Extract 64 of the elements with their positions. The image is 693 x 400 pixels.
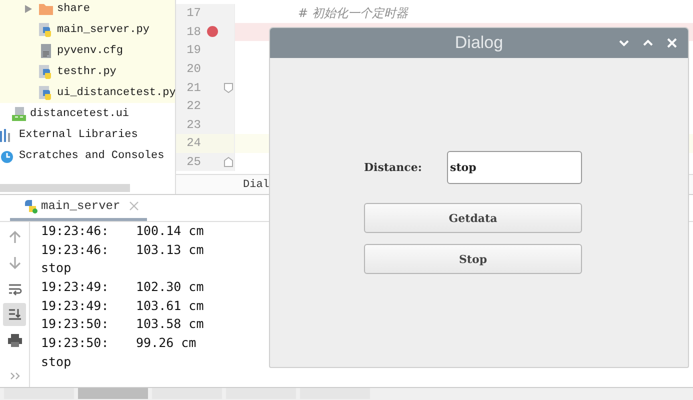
breadcrumb[interactable]: Dial	[243, 178, 270, 190]
line-number: 24	[186, 136, 201, 150]
tree-item[interactable]: External Libraries	[0, 124, 175, 145]
code-comment: # 初始化一个定时器	[298, 4, 408, 22]
python-file-icon	[38, 84, 54, 100]
scrollbar[interactable]	[0, 184, 130, 192]
breakpoint-icon[interactable]	[206, 26, 218, 38]
line-number: 21	[186, 80, 201, 95]
close-icon	[129, 201, 140, 211]
distance-value: 103.61 cm	[136, 296, 204, 315]
distance-value: 99.26 cm	[136, 334, 196, 352]
text-file-icon	[38, 42, 54, 58]
timestamp: 19:23:49:	[41, 278, 110, 296]
timestamp: 19:23:50:	[41, 334, 110, 352]
distance-label: Distance:	[364, 161, 423, 174]
tree-item[interactable]: main_server.py	[0, 19, 175, 40]
line-number: 17	[186, 6, 201, 20]
fold-start-icon[interactable]	[224, 82, 233, 93]
fold-end-icon[interactable]	[224, 157, 233, 168]
item-label: pyvenv.cfg	[57, 44, 124, 56]
line-number: 25	[186, 155, 201, 170]
timestamp: 19:23:49:	[41, 296, 110, 315]
arrow-down-icon[interactable]	[6, 255, 22, 271]
line-number: 20	[186, 62, 201, 76]
line-number: 19	[186, 43, 201, 58]
output-text: stop	[41, 259, 72, 278]
distance-value: 103.58 cm	[136, 315, 204, 334]
close-icon[interactable]	[666, 37, 678, 49]
line-number: 18	[186, 24, 201, 39]
dialog-button[interactable]: Getdata	[364, 203, 582, 233]
tree-item[interactable]: Scratches and Consoles	[0, 145, 175, 166]
item-label: testhr.py	[57, 66, 116, 78]
item-label: Scratches and Consoles	[19, 150, 164, 162]
item-label: distancetest.ui	[30, 108, 130, 120]
distance-field[interactable]: stop	[447, 151, 582, 184]
line-number: 22	[186, 99, 201, 114]
output-text: stop	[41, 352, 72, 371]
qt-file-icon	[11, 106, 27, 122]
print-icon[interactable]	[6, 332, 22, 348]
window-title: Dialog	[454, 33, 504, 53]
distance-value: 100.14 cm	[136, 222, 204, 240]
run-tab[interactable]: main_server	[10, 194, 148, 221]
distance-value: 103.13 cm	[136, 240, 204, 259]
python-file-icon	[38, 22, 54, 38]
scroll-to-end-icon[interactable]	[6, 306, 22, 322]
tree-item[interactable]: testhr.py	[0, 61, 175, 82]
python-icon	[22, 198, 38, 214]
item-label: share	[57, 2, 90, 14]
timestamp: 19:23:46:	[41, 222, 110, 240]
timestamp: 19:23:46:	[41, 240, 110, 259]
tree-item[interactable]: ui_distancetest.py	[0, 82, 175, 103]
timestamp: 19:23:50:	[41, 315, 110, 334]
arrow-up-icon[interactable]	[6, 229, 22, 246]
line-number: 23	[186, 118, 201, 132]
tree-item[interactable]: pyvenv.cfg	[0, 40, 175, 61]
item-label: main_server.py	[57, 24, 150, 36]
item-label: ui_distancetest.py	[57, 86, 175, 98]
python-file-icon	[38, 64, 54, 80]
tree-item[interactable]: share	[0, 0, 175, 19]
tree-item[interactable]: distancetest.ui	[0, 103, 175, 124]
dialog-button[interactable]: Stop	[364, 244, 582, 274]
distance-value: 102.30 cm	[136, 278, 204, 296]
toolbar-button[interactable]	[3, 303, 26, 326]
item-label: External Libraries	[19, 128, 138, 140]
